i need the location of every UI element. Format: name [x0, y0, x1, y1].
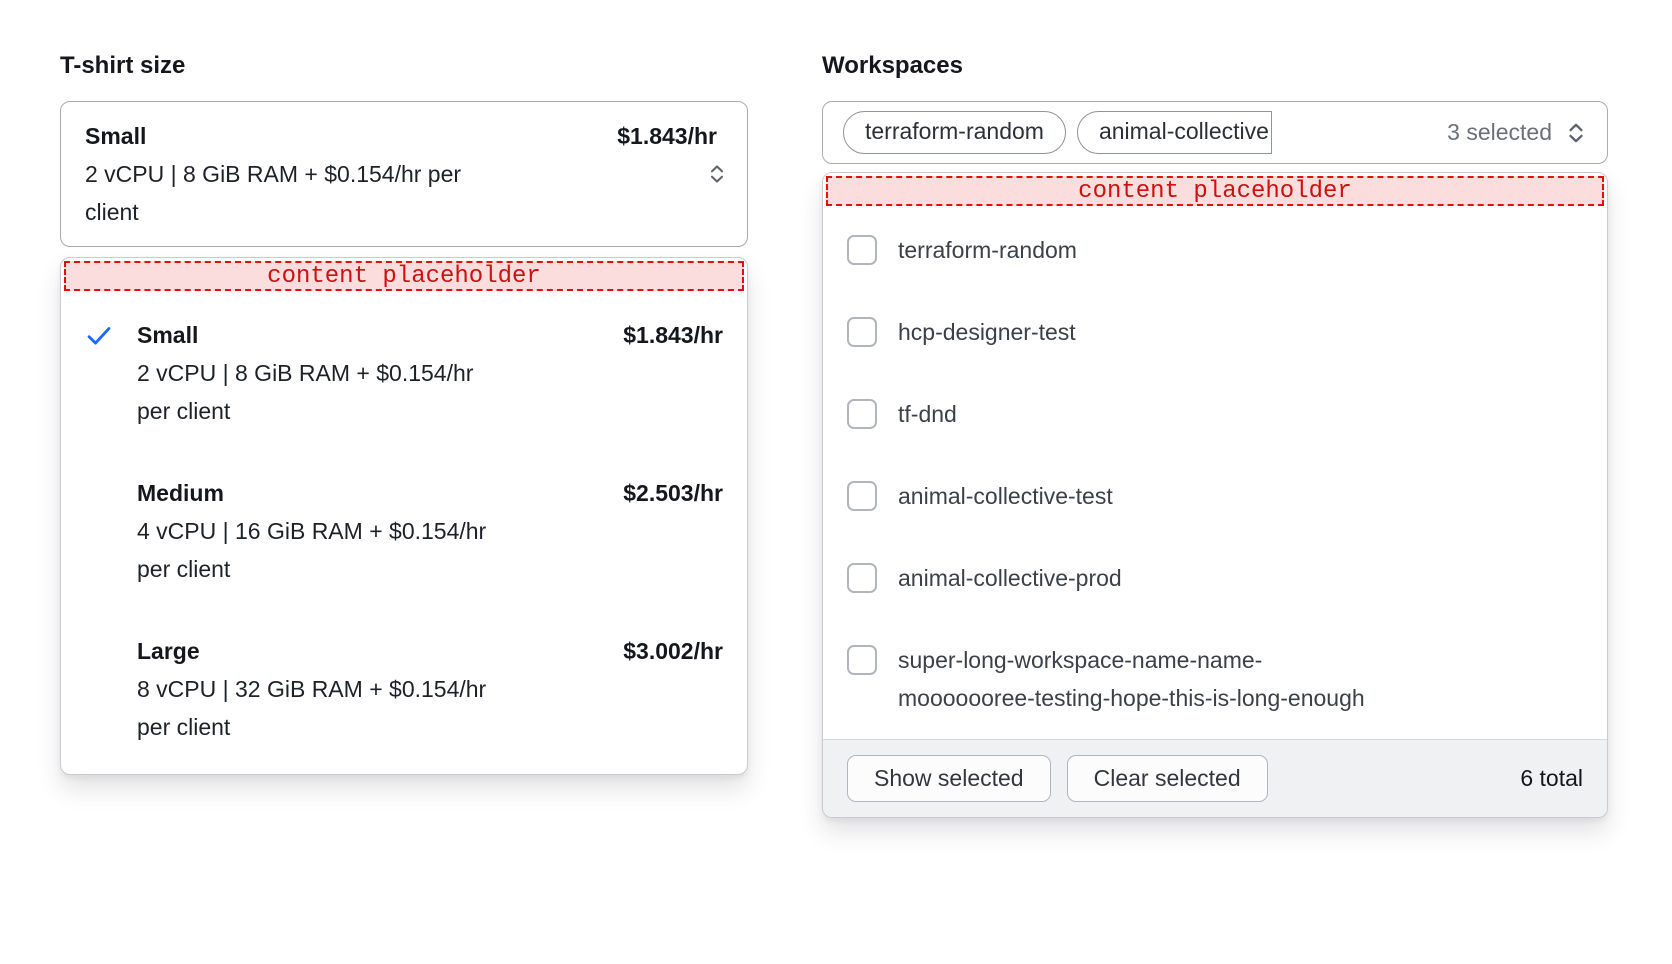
option-body: Large $3.002/hr 8 vCPU | 32 GiB RAM + $0… [137, 632, 723, 746]
check-column [85, 474, 137, 588]
workspace-checkbox[interactable] [847, 481, 877, 511]
clear-selected-button[interactable]: Clear selected [1067, 755, 1268, 802]
workspace-checkbox[interactable] [847, 645, 877, 675]
trigger-selected-price: $1.843/hr [617, 117, 717, 155]
workspace-checkbox[interactable] [847, 235, 877, 265]
option-price: $1.843/hr [623, 316, 723, 354]
size-option-medium[interactable]: Medium $2.503/hr 4 vCPU | 16 GiB RAM + $… [61, 452, 747, 610]
workspace-name: terraform-random [898, 231, 1077, 269]
workspace-checkbox[interactable] [847, 563, 877, 593]
workspace-option[interactable]: tf-dnd [847, 373, 1583, 455]
trigger-selected-description: 2 vCPU | 8 GiB RAM + $0.154/hr per clien… [85, 155, 485, 231]
workspace-name-line-2: mooooooree-testing-hope-this-is-long-eno… [898, 679, 1365, 717]
workspace-name: animal-collective-prod [898, 559, 1122, 597]
option-price: $3.002/hr [623, 632, 723, 670]
selected-pill-animal-collective[interactable]: animal-collective [1077, 111, 1272, 154]
option-body: Small $1.843/hr 2 vCPU | 8 GiB RAM + $0.… [137, 316, 723, 430]
check-column [85, 316, 137, 430]
option-title: Medium [137, 474, 224, 512]
workspaces-footer: Show selected Clear selected 6 total [823, 739, 1607, 817]
show-selected-button[interactable]: Show selected [847, 755, 1051, 802]
option-title: Large [137, 632, 200, 670]
trigger-title-row: Small $1.843/hr [85, 117, 691, 155]
content-placeholder: content placeholder [64, 261, 744, 291]
workspace-option[interactable]: terraform-random [847, 209, 1583, 291]
tshirt-size-label: T-shirt size [60, 52, 748, 80]
option-body: Medium $2.503/hr 4 vCPU | 16 GiB RAM + $… [137, 474, 723, 588]
workspaces-field: Workspaces terraform-random animal-colle… [822, 52, 1608, 818]
workspace-name: tf-dnd [898, 395, 957, 433]
selected-count: 3 selected [1447, 119, 1552, 146]
option-description: 2 vCPU | 8 GiB RAM + $0.154/hr per clien… [137, 354, 487, 430]
trigger-selected-title: Small [85, 117, 146, 155]
check-column [85, 632, 137, 746]
workspace-option[interactable]: hcp-designer-test [847, 291, 1583, 373]
workspace-name: animal-collective-test [898, 477, 1113, 515]
content-placeholder: content placeholder [826, 176, 1604, 206]
workspace-option[interactable]: animal-collective-test [847, 455, 1583, 537]
workspace-option[interactable]: super-long-workspace-name-name- moooooor… [847, 619, 1583, 739]
tshirt-size-dropdown: content placeholder Small $1.843/hr 2 vC… [60, 257, 748, 775]
caret-up-down-icon [1563, 120, 1589, 146]
option-title: Small [137, 316, 198, 354]
option-description: 8 vCPU | 32 GiB RAM + $0.154/hr per clie… [137, 670, 487, 746]
workspaces-label: Workspaces [822, 52, 1608, 80]
tshirt-size-select-trigger[interactable]: Small $1.843/hr 2 vCPU | 8 GiB RAM + $0.… [60, 101, 748, 247]
workspaces-dropdown: content placeholder terraform-random hcp… [822, 172, 1608, 818]
size-option-small[interactable]: Small $1.843/hr 2 vCPU | 8 GiB RAM + $0.… [61, 294, 747, 452]
workspace-name: super-long-workspace-name-name- moooooor… [898, 641, 1365, 717]
option-price: $2.503/hr [623, 474, 723, 512]
workspace-name: hcp-designer-test [898, 313, 1076, 351]
workspace-name-line-1: super-long-workspace-name-name- [898, 641, 1365, 679]
check-icon [85, 322, 113, 350]
total-count: 6 total [1520, 765, 1583, 792]
workspace-option[interactable]: animal-collective-prod [847, 537, 1583, 619]
option-description: 4 vCPU | 16 GiB RAM + $0.154/hr per clie… [137, 512, 487, 588]
tshirt-size-field: T-shirt size Small $1.843/hr 2 vCPU | 8 … [60, 52, 748, 775]
workspaces-multiselect-trigger[interactable]: terraform-random animal-collective 3 sel… [822, 101, 1608, 164]
size-option-large[interactable]: Large $3.002/hr 8 vCPU | 32 GiB RAM + $0… [61, 610, 747, 768]
workspace-checkbox[interactable] [847, 399, 877, 429]
caret-up-down-icon [705, 162, 729, 186]
workspace-checkbox[interactable] [847, 317, 877, 347]
selected-pill-terraform-random[interactable]: terraform-random [843, 111, 1066, 154]
workspaces-list: terraform-random hcp-designer-test tf-dn… [823, 209, 1607, 739]
